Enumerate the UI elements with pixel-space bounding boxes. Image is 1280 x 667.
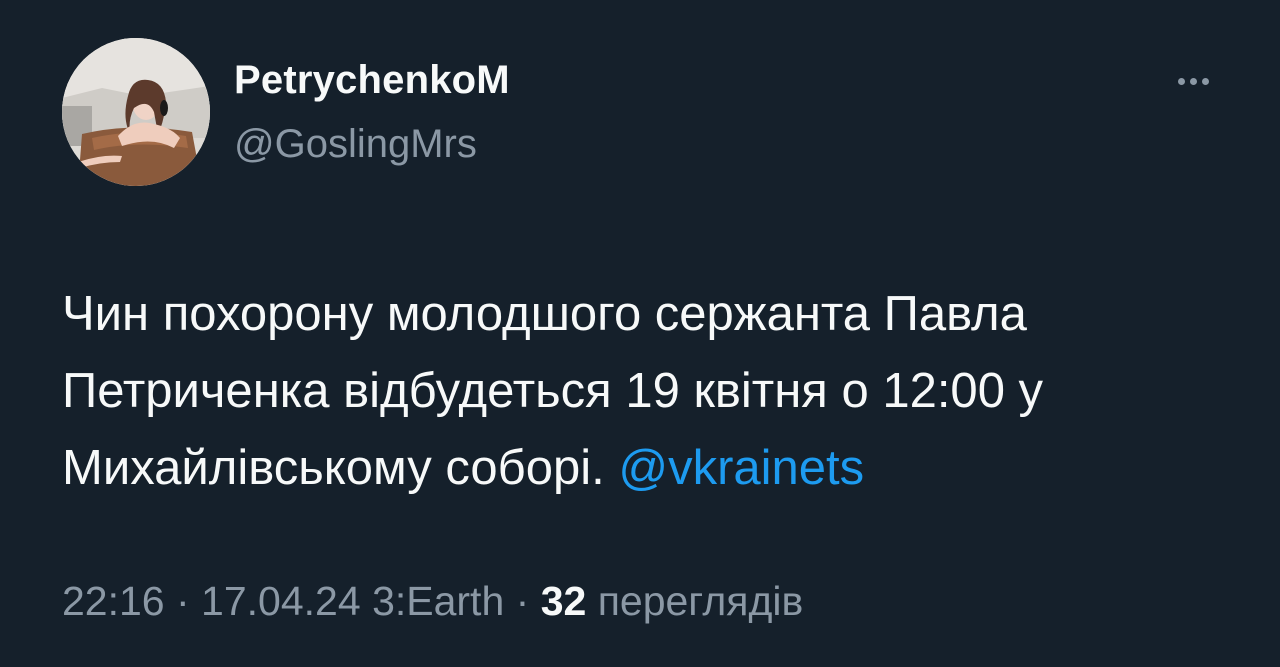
avatar-image — [62, 38, 210, 186]
author-handle[interactable]: @GoslingMrs — [234, 122, 477, 167]
tweet-time[interactable]: 22:16 — [62, 578, 165, 624]
more-horizontal-icon-dot — [1189, 77, 1197, 85]
views-label[interactable]: переглядів — [586, 578, 804, 624]
views-count[interactable]: 32 — [541, 578, 587, 624]
tweet-card: PetrychenkoM @GoslingMrs Чин похорону мо… — [0, 0, 1280, 667]
avatar[interactable] — [62, 38, 210, 186]
separator-dot: · — [504, 578, 541, 624]
separator-dot: · — [164, 578, 202, 624]
more-horizontal-icon-dot — [1201, 77, 1209, 85]
more-horizontal-icon — [1177, 77, 1185, 85]
tweet-text-segment: Михайлівському соборі. — [62, 441, 619, 495]
tweet-date[interactable]: 17.04.24 — [201, 578, 361, 624]
author-display-name[interactable]: PetrychenkoM — [234, 58, 510, 103]
more-options-button[interactable] — [1166, 66, 1220, 96]
tweet-source[interactable]: 3:Earth — [372, 578, 504, 624]
tweet-text-line: Петриченка відбудеться 19 квітня о 12:00… — [62, 364, 1044, 418]
tweet-text-line: Чин похорону молодшого сержанта Павла — [62, 287, 1027, 341]
tweet-text-line: Михайлівському соборі. @vkrainets — [62, 430, 1232, 507]
tweet-text: Чин похорону молодшого сержанта Павла Пе… — [62, 276, 1232, 507]
mention-link[interactable]: @vkrainets — [618, 441, 864, 495]
tweet-metadata: 22:16 · 17.04.24 3:Earth · 32 переглядів — [62, 578, 803, 625]
